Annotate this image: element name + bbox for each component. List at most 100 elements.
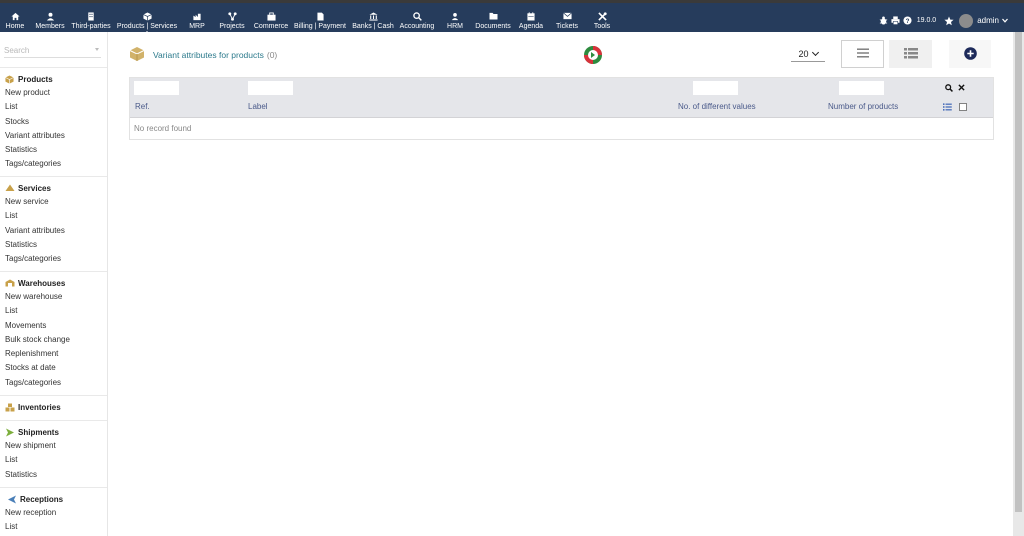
sidebar-item-new-service[interactable]: New service	[0, 195, 107, 209]
sidebar-heading-label: Products	[18, 74, 53, 84]
sidebar-item-variant-attributes[interactable]: Variant attributes	[0, 129, 107, 143]
building-icon	[85, 10, 97, 22]
shipment-icon	[5, 428, 14, 437]
filter-products-input[interactable]	[839, 81, 884, 95]
nav-label: Agenda	[518, 23, 544, 30]
nav-home[interactable]: Home	[3, 6, 27, 35]
sidebar-item-stocks[interactable]: Stocks	[0, 115, 107, 129]
sidebar-item-variant-attributes[interactable]: Variant attributes	[0, 224, 107, 238]
column-selector-icon[interactable]	[943, 103, 952, 112]
nav-agenda[interactable]: Agenda	[518, 6, 544, 35]
filter-ref-input[interactable]	[134, 81, 179, 95]
sidebar-item-new-shipment[interactable]: New shipment	[0, 439, 107, 453]
sidebar-item-tags-categories[interactable]: Tags/categories	[0, 252, 107, 266]
sidebar-item-new-warehouse[interactable]: New warehouse	[0, 290, 107, 304]
main-content: Variant attributes for products (0) 20 R…	[109, 32, 1013, 536]
sidebar-item-new-reception[interactable]: New reception	[0, 506, 107, 520]
kanban-view-button[interactable]	[889, 40, 932, 68]
nav-label: Billing | Payment	[293, 23, 346, 30]
sidebar-section-warehouses: Warehouses New warehouse List Movements …	[0, 271, 107, 390]
user-name[interactable]: admin	[977, 16, 999, 25]
sidebar-item-list[interactable]: List	[0, 209, 107, 223]
nav-commerce[interactable]: Commerce	[252, 6, 290, 35]
list-view-button[interactable]	[841, 40, 884, 68]
sidebar-section-products: Products New product List Stocks Variant…	[0, 67, 107, 172]
nav-documents[interactable]: Documents	[474, 6, 512, 35]
cube-icon	[141, 10, 153, 22]
clear-filter-icon[interactable]	[958, 84, 967, 93]
filter-label-input[interactable]	[248, 81, 293, 95]
sidebar-item-tags-categories[interactable]: Tags/categories	[0, 157, 107, 171]
sidebar-item-statistics[interactable]: Statistics	[0, 143, 107, 157]
column-header-ref[interactable]: Ref.	[135, 102, 150, 111]
nav-label: Home	[5, 23, 25, 30]
sidebar-heading[interactable]: Products	[0, 72, 107, 86]
nav-banks-cash[interactable]: Banks | Cash	[351, 6, 395, 35]
page-scrollbar[interactable]	[1013, 32, 1024, 536]
nav-products-services[interactable]: Products | Services	[115, 6, 179, 35]
sidebar-item-replenishment[interactable]: Replenishment	[0, 347, 107, 361]
sidebar-item-statistics[interactable]: Statistics	[0, 468, 107, 482]
nav-label: Products | Services	[116, 23, 178, 30]
nav-third-parties[interactable]: Third-parties	[70, 6, 112, 35]
nav-accounting[interactable]: Accounting	[398, 6, 436, 35]
sidebar-item-movements[interactable]: Movements	[0, 319, 107, 333]
records-table: Ref. Label No. of different values Numbe…	[129, 77, 994, 140]
sidebar-heading[interactable]: Receptions	[0, 492, 107, 506]
mrp-icon	[191, 10, 203, 22]
select-all-checkbox[interactable]	[959, 103, 968, 112]
chevron-down-icon[interactable]	[1002, 16, 1008, 25]
ticket-icon	[561, 10, 573, 22]
user-avatar[interactable]	[959, 13, 974, 28]
star-bookmark-icon[interactable]	[944, 16, 954, 26]
sidebar-item-tags-categories[interactable]: Tags/categories	[0, 376, 107, 390]
sidebar-item-new-product[interactable]: New product	[0, 86, 107, 100]
sidebar-search[interactable]	[4, 44, 101, 58]
nav-projects[interactable]: Projects	[218, 6, 246, 35]
nav-label: Members	[35, 23, 65, 30]
column-header-different-values[interactable]: No. of different values	[678, 102, 756, 111]
sidebar-section-services: Services New service List Variant attrib…	[0, 176, 107, 266]
column-header-number-of-products[interactable]: Number of products	[828, 102, 898, 111]
sidebar-heading[interactable]: Inventories	[0, 400, 107, 414]
user-icon	[449, 10, 461, 22]
sidebar-item-stocks-at-date[interactable]: Stocks at date	[0, 361, 107, 375]
filter-values-input[interactable]	[693, 81, 738, 95]
sidebar-section-shipments: Shipments New shipment List Statistics	[0, 420, 107, 482]
app-logo-icon	[583, 45, 603, 65]
help-icon[interactable]: ?	[903, 16, 912, 25]
sidebar-heading[interactable]: Warehouses	[0, 276, 107, 290]
sidebar-heading[interactable]: Services	[0, 181, 107, 195]
add-new-button[interactable]	[949, 40, 991, 68]
nav-members[interactable]: Members	[34, 6, 66, 35]
nav-billing-payment[interactable]: Billing | Payment	[293, 6, 347, 35]
sidebar-heading[interactable]: Shipments	[0, 425, 107, 439]
sidebar-item-list[interactable]: List	[0, 453, 107, 467]
nav-tickets[interactable]: Tickets	[554, 6, 580, 35]
printer-icon[interactable]	[891, 16, 900, 25]
page-size-select[interactable]: 20	[791, 46, 825, 62]
search-icon[interactable]	[945, 84, 954, 93]
scrollbar-thumb[interactable]	[1015, 32, 1022, 512]
nav-tools[interactable]: Tools	[591, 6, 613, 35]
plus-circle-icon	[963, 46, 977, 62]
nav-mrp[interactable]: MRP	[187, 6, 207, 35]
left-sidebar: Products New product List Stocks Variant…	[0, 32, 108, 536]
sidebar-item-list[interactable]: List	[0, 304, 107, 318]
nav-label: Tickets	[556, 23, 578, 30]
sidebar-item-list[interactable]: List	[0, 520, 107, 534]
home-icon	[9, 10, 21, 22]
sidebar-item-list[interactable]: List	[0, 100, 107, 114]
dropdown-caret-icon[interactable]	[95, 48, 99, 51]
sidebar-item-bulk-stock-change[interactable]: Bulk stock change	[0, 333, 107, 347]
search-input[interactable]	[4, 44, 92, 56]
sidebar-item-statistics[interactable]: Statistics	[0, 238, 107, 252]
bug-icon[interactable]	[879, 16, 888, 25]
calendar-icon	[525, 10, 537, 22]
version-label: 19.0.0	[916, 17, 937, 24]
nav-hrm[interactable]: HRM	[445, 6, 465, 35]
cube-icon	[129, 46, 145, 64]
top-right-tools: ? 19.0.0 admin	[879, 6, 1024, 35]
column-header-label[interactable]: Label	[248, 102, 268, 111]
record-count: (0)	[266, 50, 278, 60]
